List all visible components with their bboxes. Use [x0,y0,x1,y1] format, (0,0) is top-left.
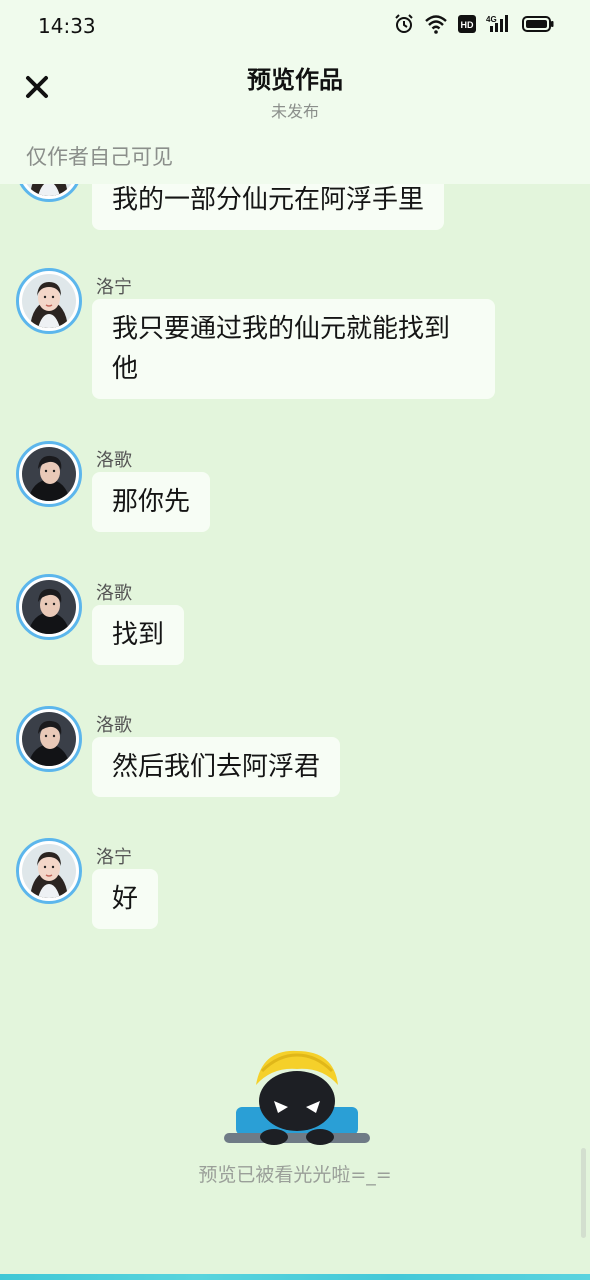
message-text: 我的一部分仙元在阿浮手里 [112,185,425,215]
sender-name: 洛宁 [96,847,132,868]
status-time: 14:33 [38,14,96,38]
wifi-icon [424,14,448,34]
message-text: 找到 [112,620,165,650]
avatar[interactable] [16,574,82,640]
avatar[interactable] [16,838,82,904]
mascot-peeking-icon [222,1045,372,1154]
message-bubble[interactable]: 找到 [92,605,185,665]
female-avatar-icon [22,844,76,898]
message-text: 好 [112,884,139,914]
male-avatar-icon [22,580,76,634]
avatar[interactable] [16,706,82,772]
female-avatar-icon [22,274,76,328]
svg-text:HD: HD [461,20,474,30]
message-bubble[interactable]: 我只要通过我的仙元就能找到他 [92,299,495,399]
bottom-accent-strip [0,1274,590,1280]
male-avatar-icon [22,447,76,501]
visibility-note: 仅作者自己可见 [26,145,173,169]
4g-signal-icon: 4G [486,14,512,34]
footer-text: 预览已被看光光啦=_= [198,1164,392,1186]
message-bubble[interactable]: 那你先 [92,472,211,532]
sender-name: 洛歌 [96,583,132,604]
alarm-icon [394,14,414,34]
sender-name: 洛歌 [96,450,132,471]
scrollbar[interactable] [581,1148,586,1238]
svg-text:4G: 4G [486,15,497,24]
page-title: 预览作品 [247,66,343,94]
avatar[interactable] [16,268,82,334]
message-text: 然后我们去阿浮君 [112,752,321,782]
avatar[interactable] [16,441,82,507]
male-avatar-icon [22,712,76,766]
publish-status: 未发布 [270,102,319,121]
message-text: 我只要通过我的仙元就能找到他 [112,314,451,384]
message-bubble[interactable]: 好 [92,869,159,929]
message-bubble[interactable]: 然后我们去阿浮君 [92,737,341,797]
sender-name: 洛歌 [96,715,132,736]
hd-icon: HD [458,15,476,33]
battery-icon [522,15,554,33]
top-bar: 14:33 HD 4G 预览作品 未发布 仅作者自己可见 [0,0,590,184]
message-text: 那你先 [112,487,191,517]
sender-name: 洛宁 [96,277,132,298]
status-icons: HD 4G [394,14,554,34]
